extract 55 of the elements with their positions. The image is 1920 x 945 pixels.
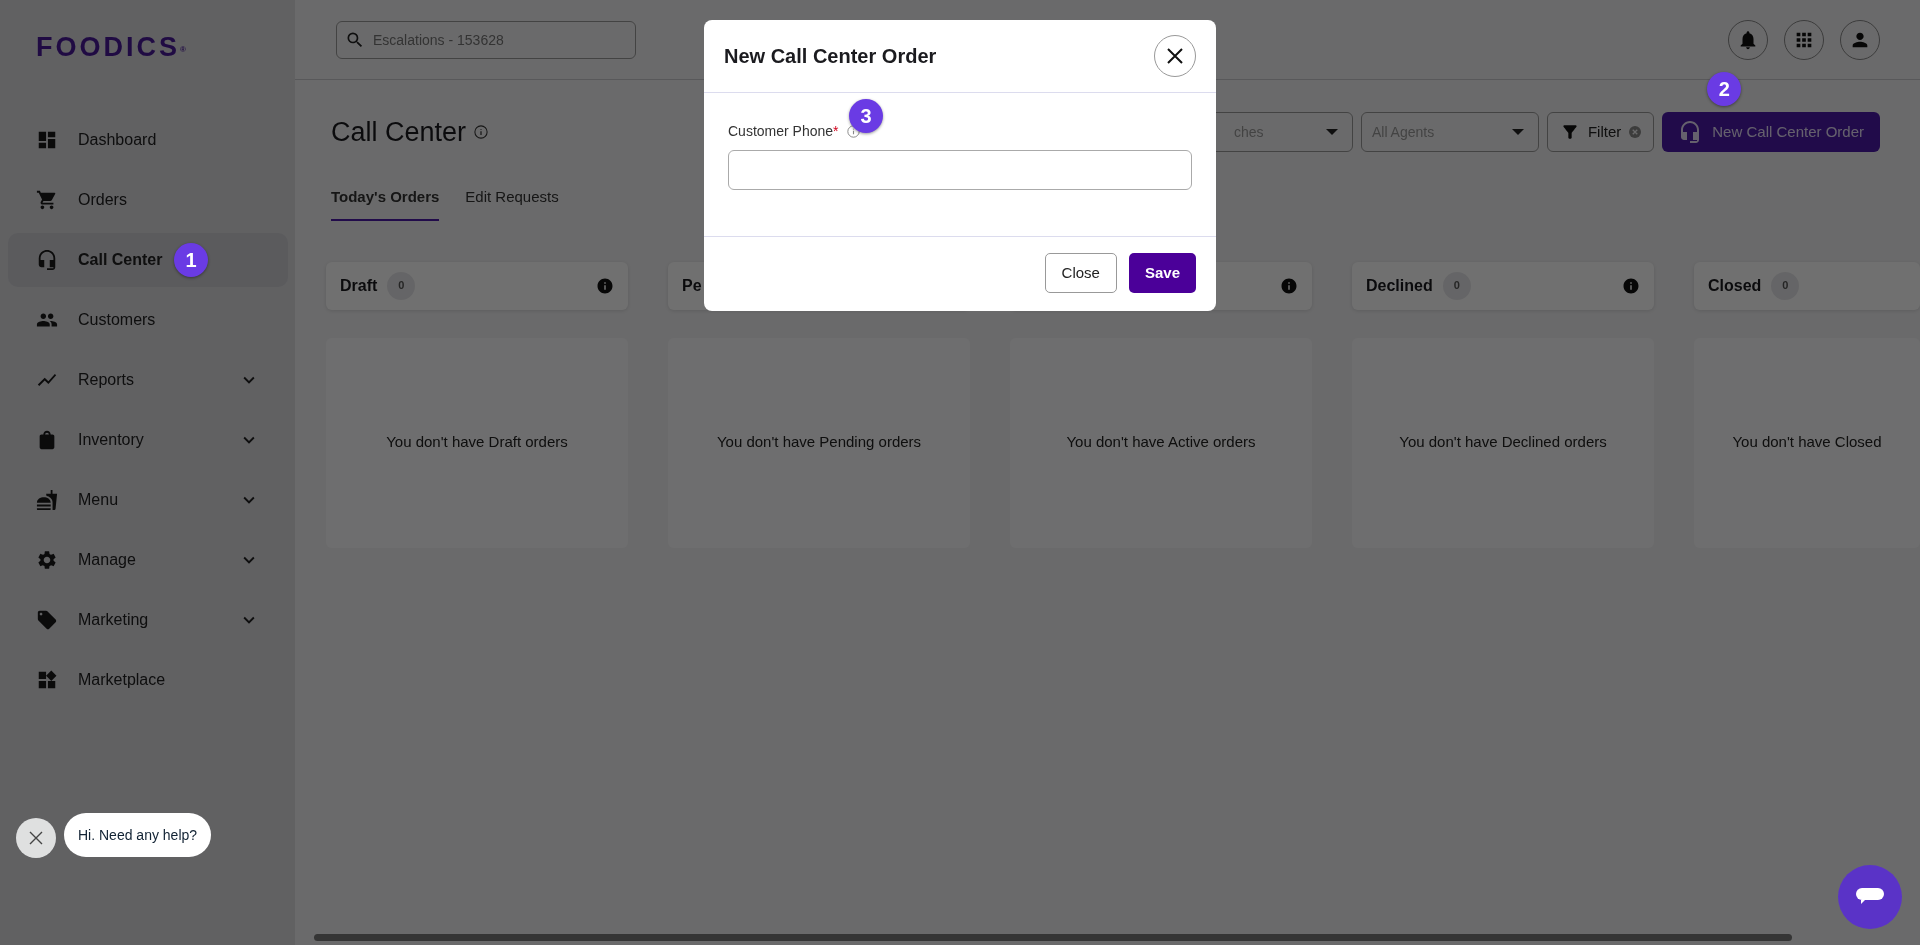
step-marker: 3 [849, 99, 883, 133]
empty-state: You don't have Active orders [1010, 337, 1312, 548]
filter-button[interactable]: Filter [1546, 112, 1655, 152]
count-badge: 0 [1442, 271, 1471, 300]
headset-icon [36, 249, 58, 271]
dashboard-icon [36, 129, 58, 151]
sidebar-item[interactable]: Call Center 1 [8, 233, 288, 287]
tab[interactable]: Edit Requests [465, 180, 559, 221]
info-icon [1280, 276, 1298, 295]
scrollbar[interactable] [314, 934, 1792, 941]
caret-icon [1511, 129, 1524, 135]
step-marker: 2 [1707, 72, 1742, 106]
empty-state: You don't have Declined orders [1352, 337, 1654, 548]
sidebar-item[interactable]: Marketplace [8, 653, 288, 707]
empty-state: You don't have Draft orders [326, 337, 628, 548]
sidebar-item[interactable]: Dashboard [8, 113, 288, 167]
count-badge: 0 [387, 271, 416, 300]
close-icon [28, 830, 44, 846]
cart-icon [36, 189, 58, 211]
caret-icon [1325, 129, 1338, 135]
chat-greeting[interactable]: Hi. Need any help? [64, 813, 212, 857]
column-title: Closed [1708, 275, 1762, 296]
close-button[interactable]: Close [1044, 253, 1117, 293]
column-title: Pe [682, 275, 702, 296]
sidebar-item[interactable]: Orders [8, 173, 288, 227]
close-button[interactable] [1154, 35, 1196, 77]
sidebar-item[interactable]: Marketing [8, 593, 288, 647]
column-title: Draft [340, 275, 378, 296]
gear-icon [36, 549, 58, 571]
page-title: Call Center [331, 115, 467, 149]
empty-state: You don't have Pending orders [668, 337, 970, 548]
clear-icon [1629, 126, 1642, 138]
field-label: Customer Phone* [728, 122, 839, 141]
info-icon [1622, 276, 1640, 295]
logo: FOODICS$^{®}$ [36, 34, 186, 61]
column-title: Declined [1366, 275, 1433, 296]
phone-input[interactable] [728, 150, 1192, 190]
tag-icon [36, 609, 58, 631]
modal-title: New Call Center Order [724, 44, 937, 68]
search-field[interactable]: Escalations - 153628 [336, 20, 636, 59]
sidebar-item[interactable]: Reports [8, 353, 288, 407]
sidebar-item[interactable]: Customers [8, 293, 288, 347]
sidebar-item[interactable]: Inventory [8, 413, 288, 467]
count-badge: 0 [1771, 271, 1800, 300]
food-icon [36, 489, 58, 511]
empty-state: You don't have Closed [1694, 337, 1920, 548]
close-icon [1165, 46, 1185, 66]
sidebar-item[interactable]: Manage [8, 533, 288, 587]
sidebar-item[interactable]: Menu [8, 473, 288, 527]
save-button[interactable]: Save [1128, 253, 1196, 293]
info-icon [474, 125, 489, 139]
step-marker: 1 [174, 243, 208, 277]
info-icon [596, 276, 614, 295]
shapes-icon [36, 669, 58, 691]
tab[interactable]: Today's Orders [331, 180, 440, 221]
